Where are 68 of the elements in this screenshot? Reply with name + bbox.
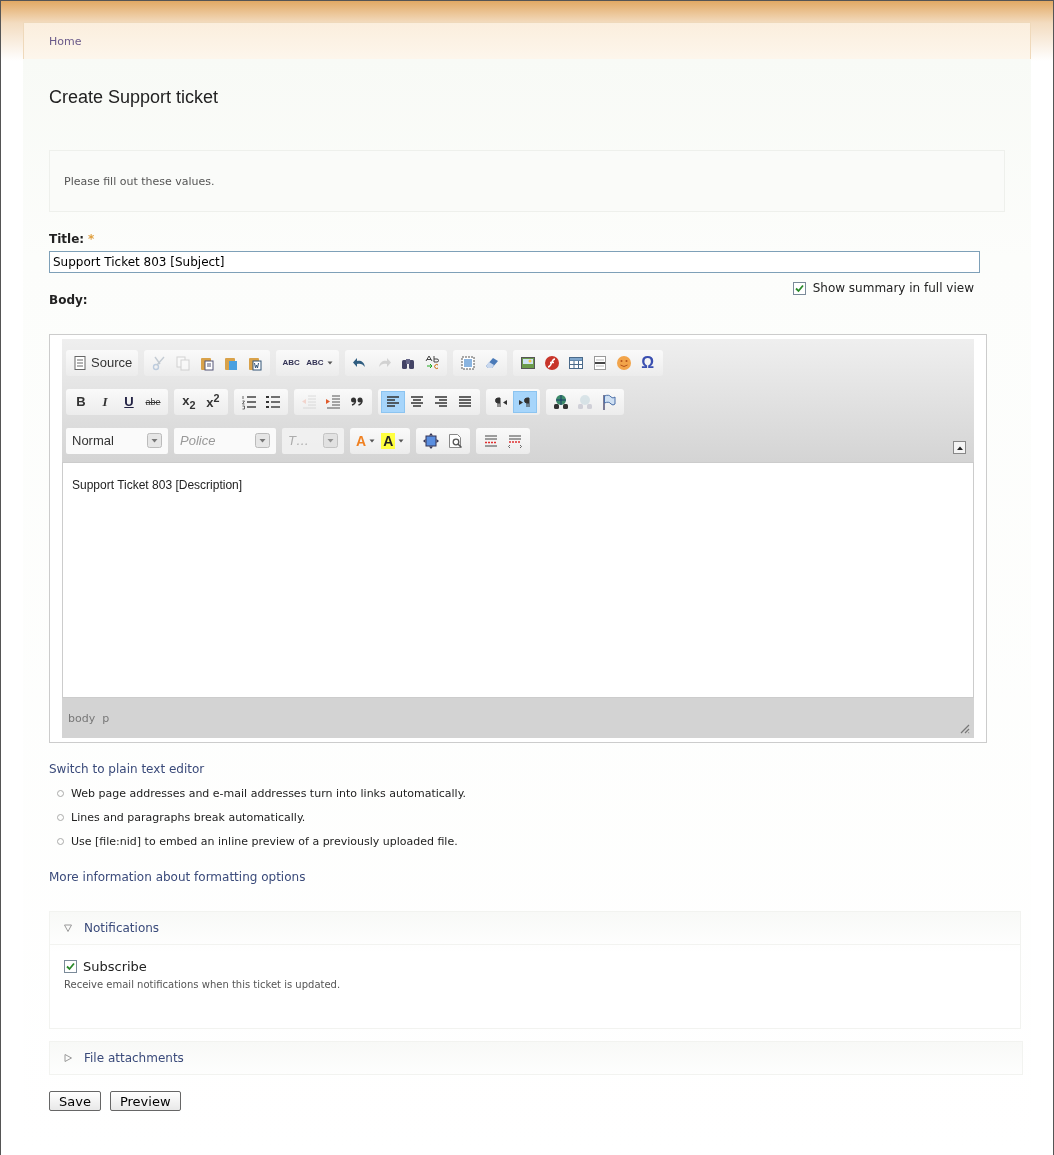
tip-text: Use [file:nid] to embed an inline preview of a previously uploaded file. bbox=[71, 834, 458, 848]
resize-handle-icon bbox=[958, 722, 970, 734]
symbol-button[interactable]: Ω bbox=[635, 351, 660, 374]
maximize-icon bbox=[423, 432, 440, 449]
bullet-list-icon bbox=[265, 393, 281, 410]
flash-icon bbox=[543, 354, 560, 371]
format-button[interactable]: U bbox=[117, 390, 141, 413]
collapse-icon bbox=[955, 444, 964, 451]
spelling-button[interactable]: ABC bbox=[279, 351, 304, 374]
fieldset-toggle[interactable]: File attachments bbox=[50, 1042, 1022, 1074]
format-button[interactable]: abe bbox=[141, 390, 165, 413]
switch-editor-link[interactable]: Switch to plain text editor bbox=[49, 762, 205, 776]
breadcrumb-link[interactable]: Home bbox=[49, 34, 82, 48]
smiley-icon bbox=[615, 354, 632, 371]
toggle-triangle-icon bbox=[64, 924, 72, 932]
page-title: Create Support ticket bbox=[49, 86, 220, 109]
field-description: Receive email notifications when this ticket is updated. bbox=[64, 979, 342, 990]
select-all-icon bbox=[459, 354, 476, 371]
align-right-icon bbox=[433, 393, 449, 410]
toolbar-button[interactable] bbox=[381, 390, 405, 413]
required-mark: * bbox=[88, 232, 95, 246]
numbered-list-icon bbox=[241, 393, 257, 410]
link-icon bbox=[553, 393, 569, 410]
align-left-icon bbox=[385, 393, 401, 410]
format-button[interactable]: x$^{2}$ bbox=[201, 390, 225, 413]
indent-icon bbox=[325, 393, 341, 410]
caret-icon bbox=[369, 437, 376, 444]
source-button[interactable]: Source bbox=[69, 351, 136, 374]
replace-icon bbox=[423, 354, 440, 371]
editor-content[interactable]: Support Ticket 803 [Description] bbox=[62, 462, 974, 698]
tip-text: Web page addresses and e-mail addresses turn into links automatically. bbox=[71, 786, 467, 800]
spelling-button[interactable]: ABC bbox=[303, 351, 336, 374]
field-label: Title: bbox=[49, 232, 85, 246]
flag-icon bbox=[601, 393, 617, 410]
image-icon bbox=[519, 354, 536, 371]
dropdown[interactable]: Normal bbox=[66, 427, 168, 454]
document-icon bbox=[72, 354, 88, 371]
checkbox[interactable] bbox=[792, 281, 806, 295]
checkbox[interactable] bbox=[64, 960, 77, 973]
toolbar-button[interactable] bbox=[513, 390, 537, 413]
unlink-icon bbox=[577, 393, 593, 410]
field-label: Body: bbox=[49, 293, 88, 307]
message-text: Please fill out these values. bbox=[64, 174, 215, 188]
checkbox-label: Show summary in full view bbox=[812, 281, 974, 295]
format-button[interactable]: B bbox=[69, 390, 93, 413]
justify-icon bbox=[457, 393, 473, 410]
align-center-icon bbox=[409, 393, 425, 410]
page-break-icon bbox=[483, 432, 500, 449]
toggle-triangle-icon bbox=[64, 1054, 72, 1062]
collapse-toolbar-button[interactable] bbox=[953, 441, 966, 454]
outdent-icon bbox=[301, 393, 317, 410]
teaser-break-icon bbox=[507, 432, 524, 449]
format-button[interactable]: x$_{2}$ bbox=[177, 390, 201, 413]
format-button[interactable]: I bbox=[93, 390, 117, 413]
copy-icon bbox=[175, 354, 192, 371]
caret-icon bbox=[398, 437, 405, 444]
form-button[interactable]: Preview bbox=[109, 1091, 181, 1111]
table-icon bbox=[567, 354, 584, 371]
editor-text: Support Ticket 803 [Description] bbox=[72, 478, 244, 492]
tip-text: Lines and paragraphs break automatically. bbox=[71, 810, 306, 824]
show-blocks-icon bbox=[447, 432, 464, 449]
background-color-button[interactable]: A bbox=[378, 429, 408, 452]
form-button[interactable]: Save bbox=[49, 1091, 101, 1111]
formatting-info-link[interactable]: More information about formatting options bbox=[49, 870, 306, 884]
fieldset-toggle[interactable]: Notifications bbox=[50, 912, 1020, 944]
checkbox-label: Subscribe bbox=[83, 959, 147, 974]
title-input[interactable]: Support Ticket 803 [Subject] bbox=[49, 251, 980, 273]
caret-icon bbox=[326, 359, 333, 366]
